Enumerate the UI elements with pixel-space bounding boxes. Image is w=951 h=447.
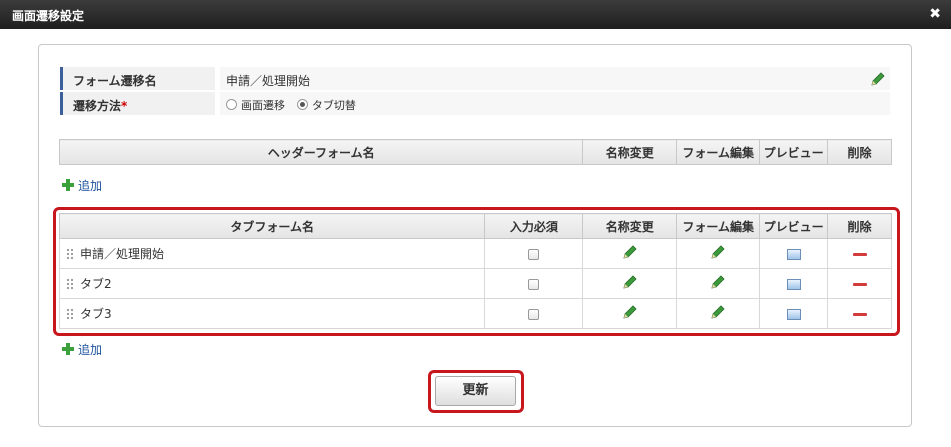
col-header-form-name: ヘッダーフォーム名 — [58, 139, 584, 165]
transition-method-label: 遷移方法* — [60, 92, 215, 115]
add-label: 追加 — [78, 343, 103, 357]
transition-method-row: 遷移方法* 画面遷移 タブ切替 — [60, 92, 890, 116]
radio-tab-switch[interactable] — [296, 99, 308, 110]
tab-table-highlight — [53, 207, 900, 336]
plus-icon — [62, 179, 74, 191]
add-label: 追加 — [78, 179, 103, 193]
dialog-title: 画面遷移設定 — [12, 9, 85, 23]
col-rename: 名称変更 — [582, 139, 678, 165]
update-button[interactable]: 更新 — [435, 376, 516, 406]
required-mark: * — [121, 99, 128, 113]
form-transition-name-value: 申請／処理開始 — [220, 67, 890, 90]
col-delete: 削除 — [827, 139, 892, 165]
add-header-form-link[interactable]: 追加 — [62, 177, 102, 194]
add-tab-form-link[interactable]: 追加 — [62, 341, 102, 358]
pencil-icon[interactable] — [870, 71, 886, 87]
header-form-table-header: ヘッダーフォーム名 名称変更 フォーム編集 プレビュー 削除 — [58, 139, 892, 165]
radio-tab-switch-label[interactable]: タブ切替 — [312, 99, 356, 112]
dialog-titlebar: 画面遷移設定 ✖ — [0, 0, 951, 29]
form-transition-name-row: フォーム遷移名 申請／処理開始 — [60, 67, 890, 91]
col-form-edit: フォーム編集 — [676, 139, 761, 165]
transition-method-label-text: 遷移方法 — [73, 99, 122, 113]
header-form-table: ヘッダーフォーム名 名称変更 フォーム編集 プレビュー 削除 — [58, 139, 892, 165]
form-transition-name-label: フォーム遷移名 — [60, 67, 215, 90]
radio-screen-transition[interactable] — [226, 99, 237, 110]
transition-method-value: 画面遷移 タブ切替 — [220, 92, 890, 115]
radio-screen-transition-label[interactable]: 画面遷移 — [241, 99, 285, 112]
plus-icon — [62, 343, 74, 355]
form-transition-name-text: 申請／処理開始 — [226, 74, 311, 88]
close-icon[interactable]: ✖ — [929, 6, 941, 22]
col-preview: プレビュー — [759, 139, 829, 165]
